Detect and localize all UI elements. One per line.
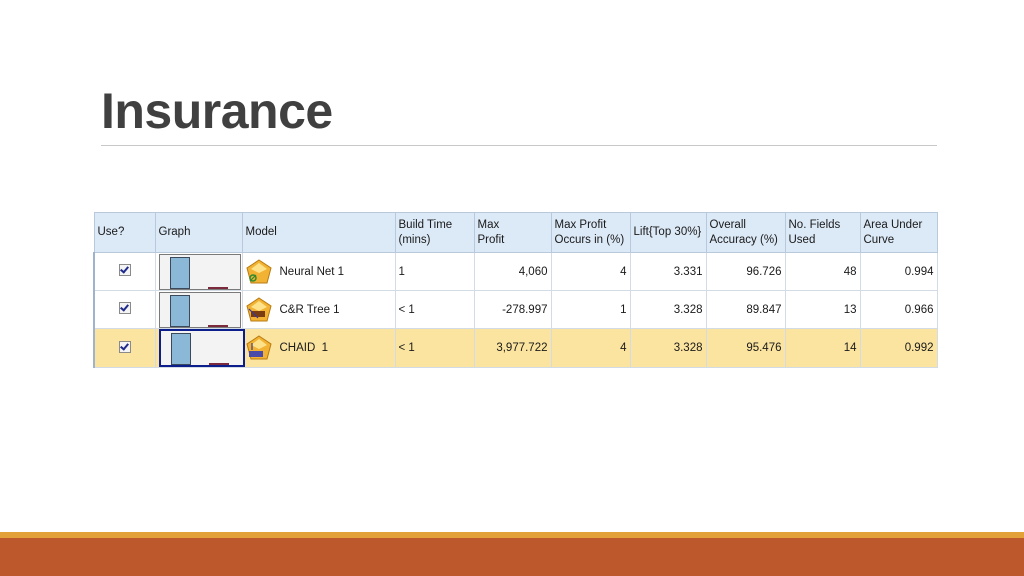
lift-cell: 3.328 [629,328,707,368]
model-name: CHAID 1 [279,342,329,354]
overall-accuracy-cell: 95.476 [705,328,786,368]
header-overall-accuracy[interactable]: Overall Accuracy (%) [705,212,786,253]
graph-bar [207,286,228,289]
graph-bar [169,256,190,289]
cr-tree-model-icon [245,296,272,321]
model-name: Neural Net 1 [279,265,345,278]
header-lift[interactable]: Lift{Top 30%} [629,212,707,253]
use-cell [93,252,156,291]
fields-used-cell: 14 [784,328,861,368]
use-checkbox[interactable] [118,302,131,314]
header-build-time[interactable]: Build Time (mins) [394,212,475,253]
max-profit-occurs-cell: 4 [550,328,631,368]
table-row[interactable]: Neural Net 1 1 4,060 4 3.331 96.726 48 0… [93,252,938,291]
fields-used-cell: 48 [784,252,861,291]
model-cell: C&R Tree 1 [241,290,396,329]
overall-accuracy-cell: 96.726 [705,252,786,291]
table-row[interactable]: CHAID 1 < 1 3,977.722 4 3.328 95.476 14 … [93,328,938,368]
header-max-profit-occurs[interactable]: Max Profit Occurs in (%) [550,212,631,253]
graph-bar [169,294,190,327]
use-checkbox[interactable] [118,264,131,276]
table-header-row: Use? Graph Model Build Time (mins) Max Pro… [93,212,938,253]
page-title: Insurance [101,83,333,139]
graph-bar [207,324,228,327]
max-profit-cell: 3,977.722 [473,328,552,368]
title-divider [101,145,937,146]
build-time-cell: < 1 [394,328,475,368]
graph-cell [154,252,243,291]
auc-cell: 0.992 [859,328,938,368]
header-auc[interactable]: Area Under Curve [859,212,938,253]
header-max-profit[interactable]: Max Profit [473,212,552,253]
header-use[interactable]: Use? [93,212,156,253]
max-profit-cell: -278.997 [473,290,552,329]
model-graph-thumbnail[interactable] [158,329,245,367]
use-checkbox[interactable] [118,340,131,353]
graph-cell [154,328,245,368]
use-cell [93,328,156,368]
header-graph[interactable]: Graph [154,212,243,253]
model-cell: Neural Net 1 [241,252,396,291]
neural-net-model-icon [245,258,272,283]
build-time-cell: < 1 [394,290,475,329]
graph-bar [170,333,191,365]
model-graph-thumbnail[interactable] [158,291,241,328]
model-comparison-table: Use? Graph Model Build Time (mins) Max Pro… [93,212,938,368]
lift-cell: 3.328 [629,290,707,329]
chaid-model-icon [245,335,272,360]
max-profit-occurs-cell: 1 [550,290,631,329]
auc-cell: 0.966 [859,290,938,329]
max-profit-cell: 4,060 [473,252,552,291]
footer-band [0,538,1024,576]
graph-bar [208,363,229,365]
model-name: C&R Tree 1 [279,303,340,316]
max-profit-occurs-cell: 4 [550,252,631,291]
use-cell [93,290,156,329]
model-cell: CHAID 1 [241,328,396,368]
graph-cell [154,290,243,329]
build-time-cell: 1 [394,252,475,291]
overall-accuracy-cell: 89.847 [705,290,786,329]
fields-used-cell: 13 [784,290,861,329]
auc-cell: 0.994 [859,252,938,291]
lift-cell: 3.331 [629,252,707,291]
table-row[interactable]: C&R Tree 1 < 1 -278.997 1 3.328 89.847 1… [93,290,938,329]
header-model[interactable]: Model [241,212,396,253]
model-graph-thumbnail[interactable] [158,253,241,290]
header-fields-used[interactable]: No. Fields Used [784,212,861,253]
